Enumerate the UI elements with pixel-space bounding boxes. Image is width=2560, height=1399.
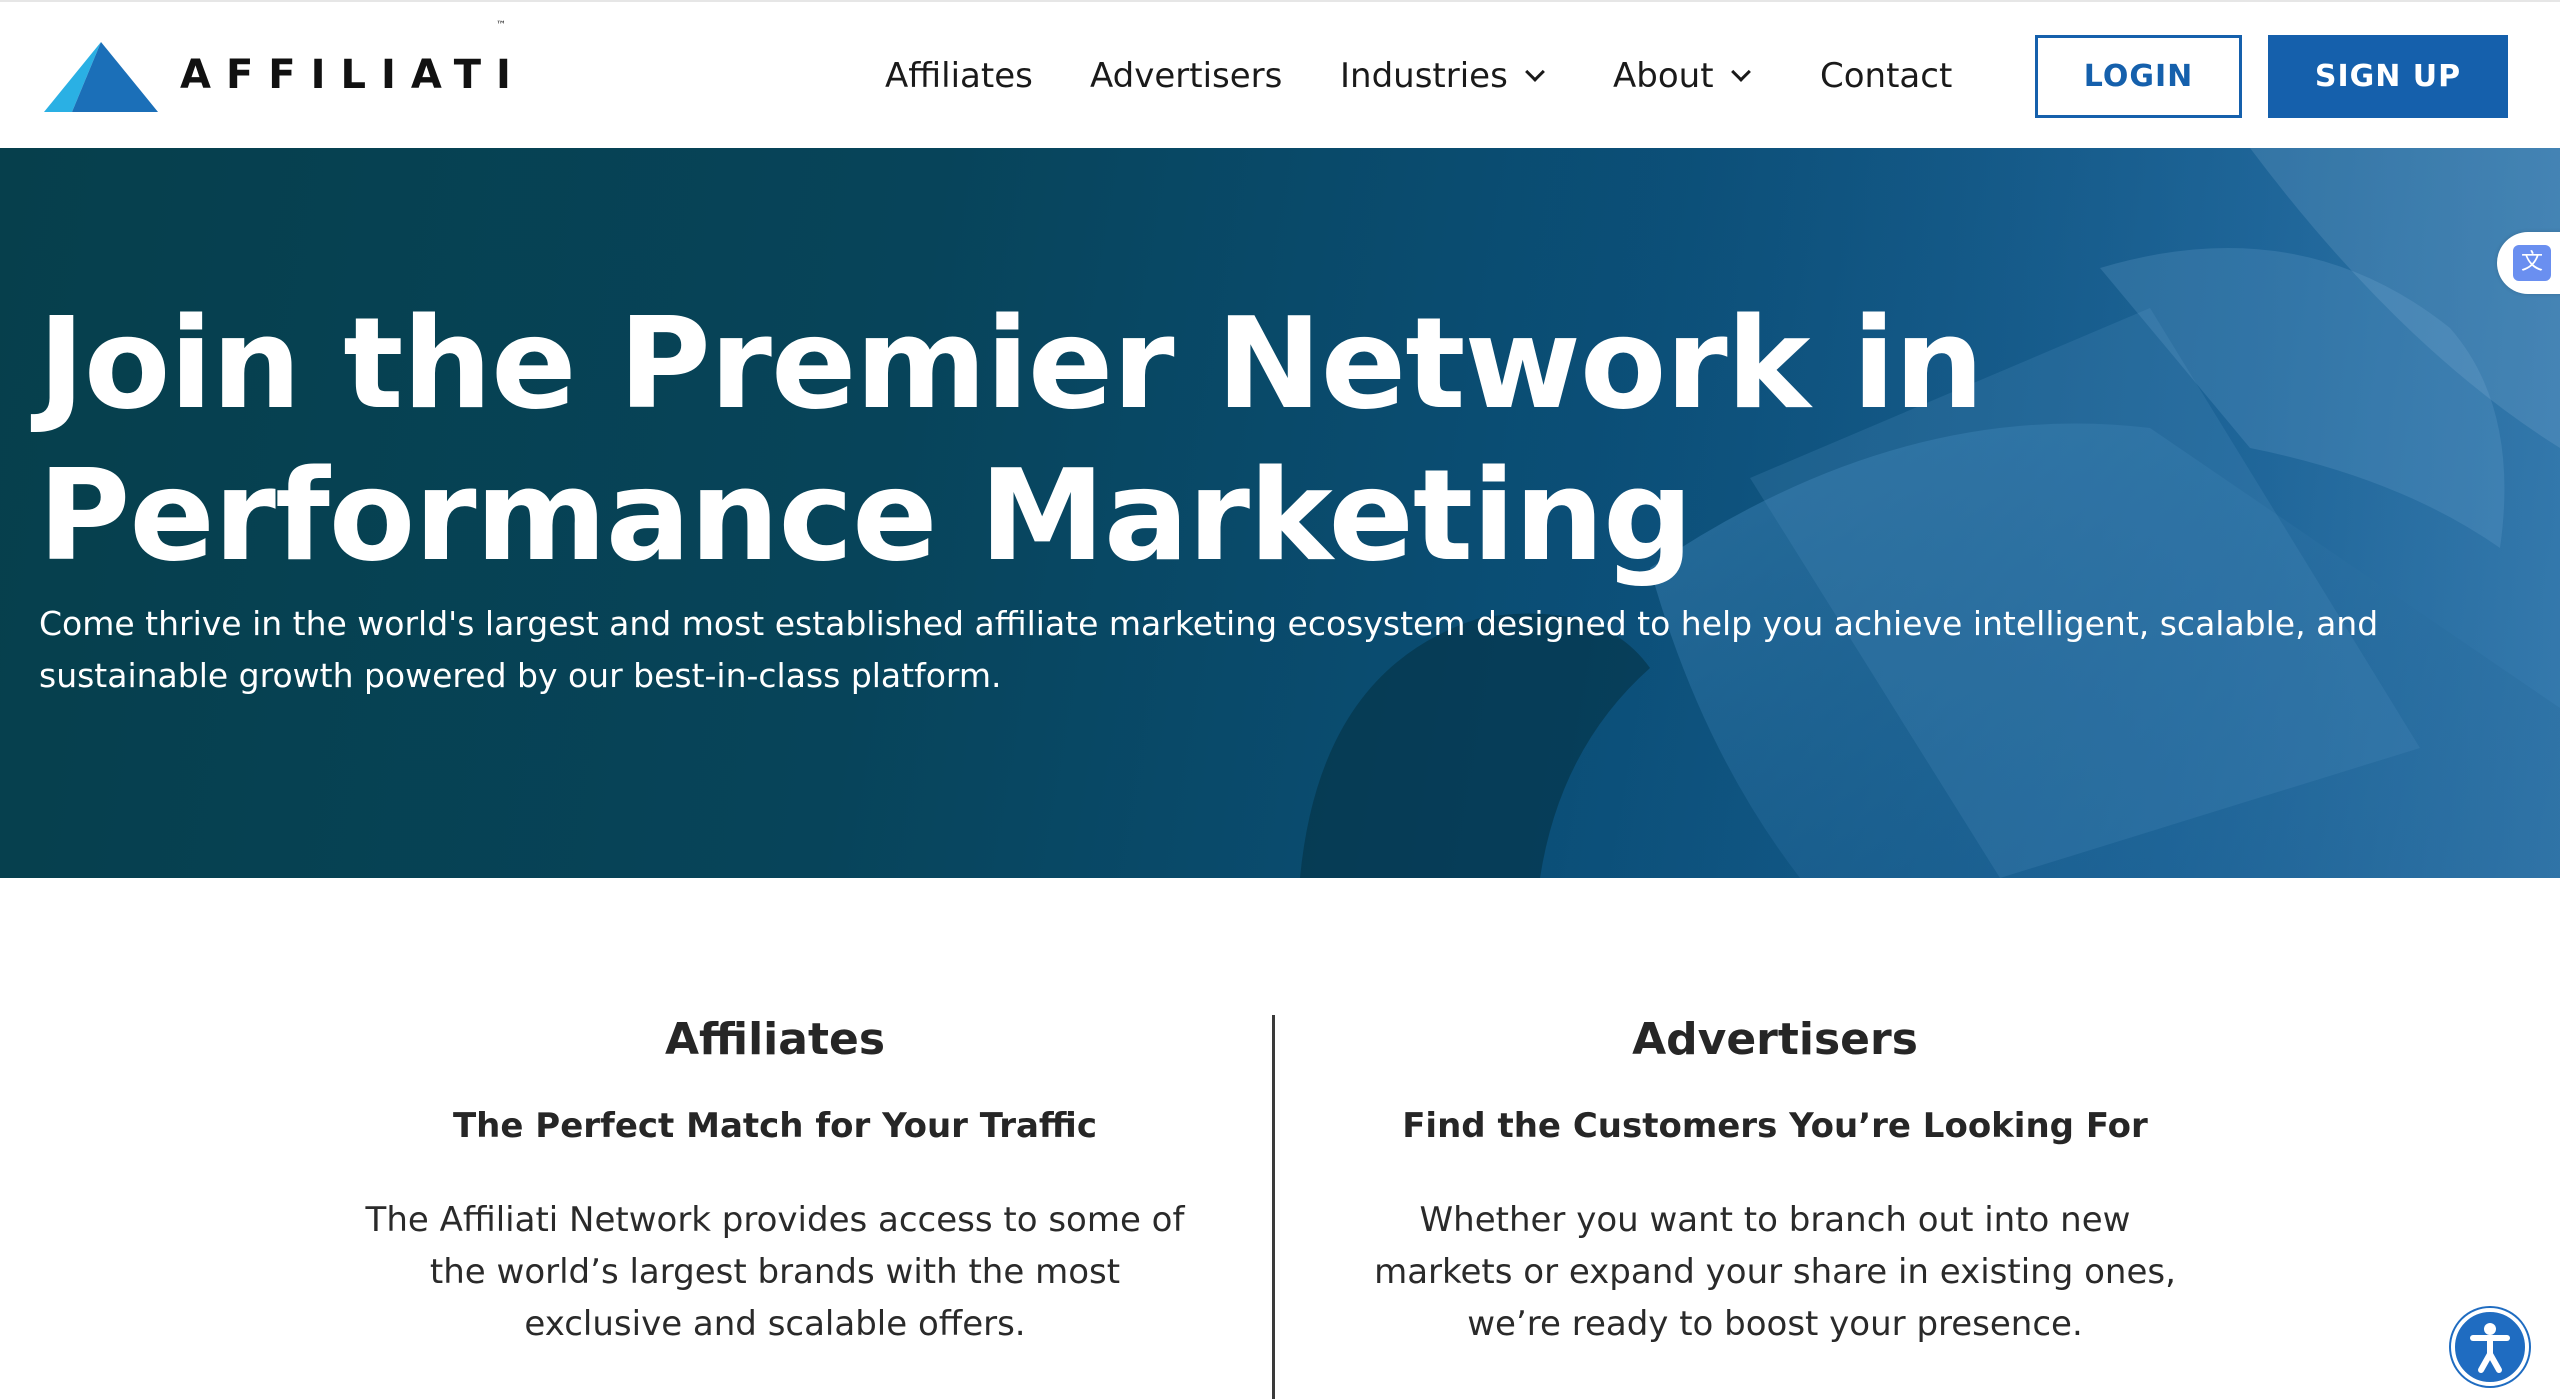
nav-item-label: About xyxy=(1613,56,1714,96)
section-body: Whether you want to branch out into new … xyxy=(1374,1200,2176,1344)
nav-item-label: Contact xyxy=(1820,56,1953,96)
hero-subtitle: Come thrive in the world's largest and m… xyxy=(39,604,2379,695)
nav-item-label: Industries xyxy=(1340,56,1508,96)
hero-title: Join the Premier Network in Performance … xyxy=(38,288,2138,592)
nav-item-label: Advertisers xyxy=(1090,56,1283,96)
hero-title-line-2: Performance Marketing xyxy=(38,442,1693,589)
section-heading: Advertisers xyxy=(1632,1014,1918,1065)
chevron-down-icon xyxy=(1524,62,1545,82)
nav-item-label: Affiliates xyxy=(885,56,1033,96)
hero-banner: Join the Premier Network in Performance … xyxy=(0,148,2560,878)
signup-button[interactable]: SIGN UP xyxy=(2268,35,2508,118)
login-button[interactable]: LOGIN xyxy=(2035,35,2242,118)
translate-widget[interactable]: 文 xyxy=(2497,232,2560,294)
translate-icon: 文 xyxy=(2513,245,2551,281)
nav-item-affiliates[interactable]: Affiliates xyxy=(885,54,1033,98)
section-subheading: The Perfect Match for Your Traffic xyxy=(452,1106,1098,1146)
nav-item-contact[interactable]: Contact xyxy=(1820,54,1952,98)
chevron-down-icon xyxy=(1730,62,1751,82)
section-subheading: Find the Customers You’re Looking For xyxy=(1402,1106,2148,1146)
advertisers-section: Advertisers Find the Customers You’re Lo… xyxy=(1340,1000,2210,1350)
affiliates-section: Affiliates The Perfect Match for Your Tr… xyxy=(340,1000,1210,1350)
nav-item-industries[interactable]: Industries xyxy=(1340,54,1545,98)
hero-title-line-1: Join the Premier Network in xyxy=(38,290,1984,437)
accessibility-button[interactable] xyxy=(2451,1308,2529,1386)
section-body: The Affiliati Network provides access to… xyxy=(365,1200,1185,1344)
nav-item-about[interactable]: About xyxy=(1613,54,1751,98)
brand-trademark: ™ xyxy=(496,20,506,31)
column-divider xyxy=(1272,1015,1275,1399)
section-heading: Affiliates xyxy=(664,1014,886,1065)
nav-item-advertisers[interactable]: Advertisers xyxy=(1090,54,1282,98)
site-header: AFFILIATI ™ Affiliates Advertisers Indus… xyxy=(0,0,2560,148)
accessibility-icon xyxy=(2470,1323,2510,1373)
